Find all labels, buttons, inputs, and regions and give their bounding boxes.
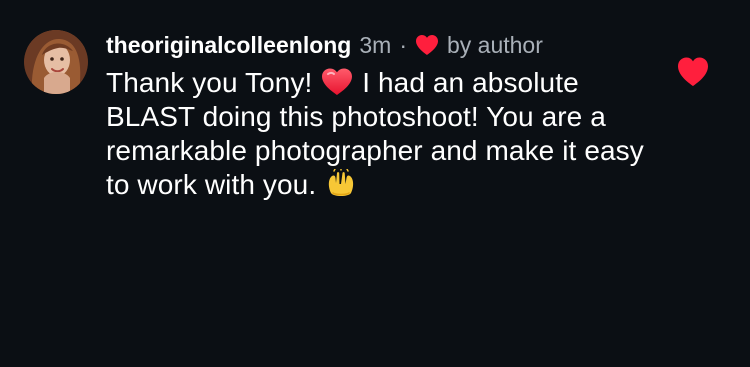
username-link[interactable]: theoriginalcolleenlong: [106, 30, 351, 60]
red-heart-emoji: [320, 67, 354, 97]
comment-header: theoriginalcolleenlong 3m · by author: [106, 30, 666, 60]
avatar[interactable]: [24, 30, 88, 94]
timestamp: 3m: [359, 32, 392, 58]
comment-item: theoriginalcolleenlong 3m · by author Th…: [24, 30, 724, 210]
comment-text-segment: Thank you Tony!: [106, 67, 321, 98]
comment-body: theoriginalcolleenlong 3m · by author Th…: [106, 30, 666, 202]
like-button[interactable]: [676, 56, 710, 88]
red-heart-icon: [415, 34, 439, 56]
author-like-label: by author: [446, 32, 543, 58]
comment-text: Thank you Tony! I had an absolute BLAST …: [106, 66, 666, 202]
raising-hands-emoji: [324, 169, 358, 199]
meta-separator: ·: [399, 32, 407, 58]
